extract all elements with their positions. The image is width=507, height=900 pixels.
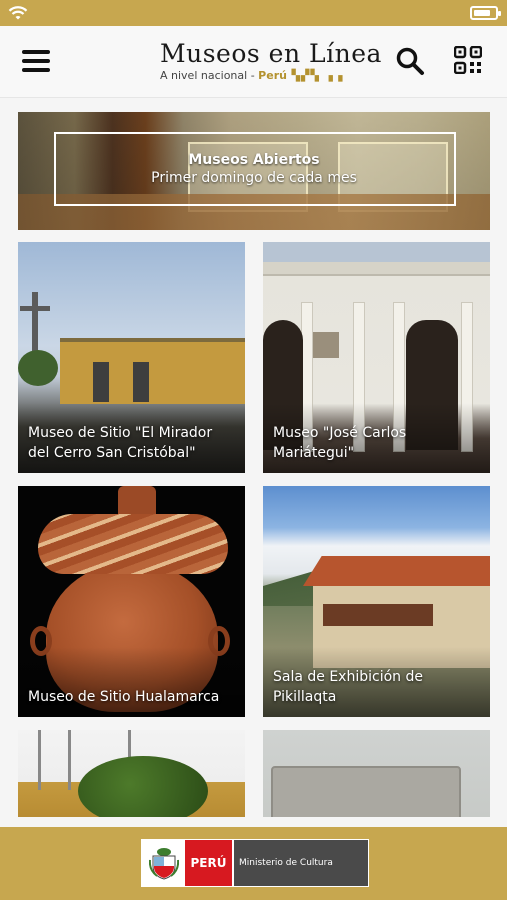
museum-card-title: Sala de Exhibición de Pikillaqta xyxy=(273,669,423,705)
app-logo: Museos en Línea A nivel nacional - Perú … xyxy=(160,39,382,88)
museum-card-title: Museo de Sitio "El Mirador del Cerro San… xyxy=(28,425,213,461)
museum-card-pikillaqta[interactable]: Sala de Exhibición de Pikillaqta xyxy=(263,486,490,717)
banner-subtitle: Primer domingo de cada mes xyxy=(151,170,357,186)
qr-code-icon[interactable] xyxy=(454,46,482,74)
ministerio-cultura-logo[interactable]: PERÚ Ministerio de Cultura xyxy=(141,839,369,887)
museum-photo xyxy=(60,338,245,404)
museum-card-title: Museo "José Carlos Mariátegui" xyxy=(273,425,407,461)
peru-coat-of-arms-icon xyxy=(142,840,185,886)
museos-abiertos-banner[interactable]: Museos Abiertos Primer domingo de cada m… xyxy=(18,112,490,230)
search-icon[interactable] xyxy=(395,46,425,76)
ministry-label: Ministerio de Cultura xyxy=(232,840,368,886)
museum-photo xyxy=(271,766,461,817)
app-header: Museos en Línea A nivel nacional - Perú … xyxy=(0,26,507,98)
museum-photo xyxy=(263,262,490,276)
hamburger-menu-icon xyxy=(22,50,50,54)
wifi-icon xyxy=(8,6,28,20)
museum-card-6[interactable] xyxy=(263,730,490,817)
museum-feed: Museos Abiertos Primer domingo de cada m… xyxy=(0,98,507,827)
banner-frame xyxy=(54,132,456,206)
museum-card-title: Museo de Sitio Hualamarca xyxy=(28,689,220,705)
app-footer: PERÚ Ministerio de Cultura xyxy=(0,827,507,900)
menu-button[interactable] xyxy=(22,50,50,72)
museum-card-5[interactable] xyxy=(18,730,245,817)
status-bar xyxy=(0,0,507,26)
app-subtitle: A nivel nacional - Perú ▚▞▚ ▗ ▖ xyxy=(160,69,348,82)
peru-label: PERÚ xyxy=(185,840,232,886)
app-title: Museos en Línea xyxy=(160,39,382,68)
banner-title: Museos Abiertos xyxy=(188,152,320,168)
museum-photo xyxy=(78,756,208,817)
battery-icon xyxy=(470,6,501,20)
museum-card-hualamarca[interactable]: Museo de Sitio Hualamarca xyxy=(18,486,245,717)
museum-card-jose-carlos-mariategui[interactable]: Museo "José Carlos Mariátegui" xyxy=(263,242,490,473)
museum-card-el-mirador[interactable]: Museo de Sitio "El Mirador del Cerro San… xyxy=(18,242,245,473)
